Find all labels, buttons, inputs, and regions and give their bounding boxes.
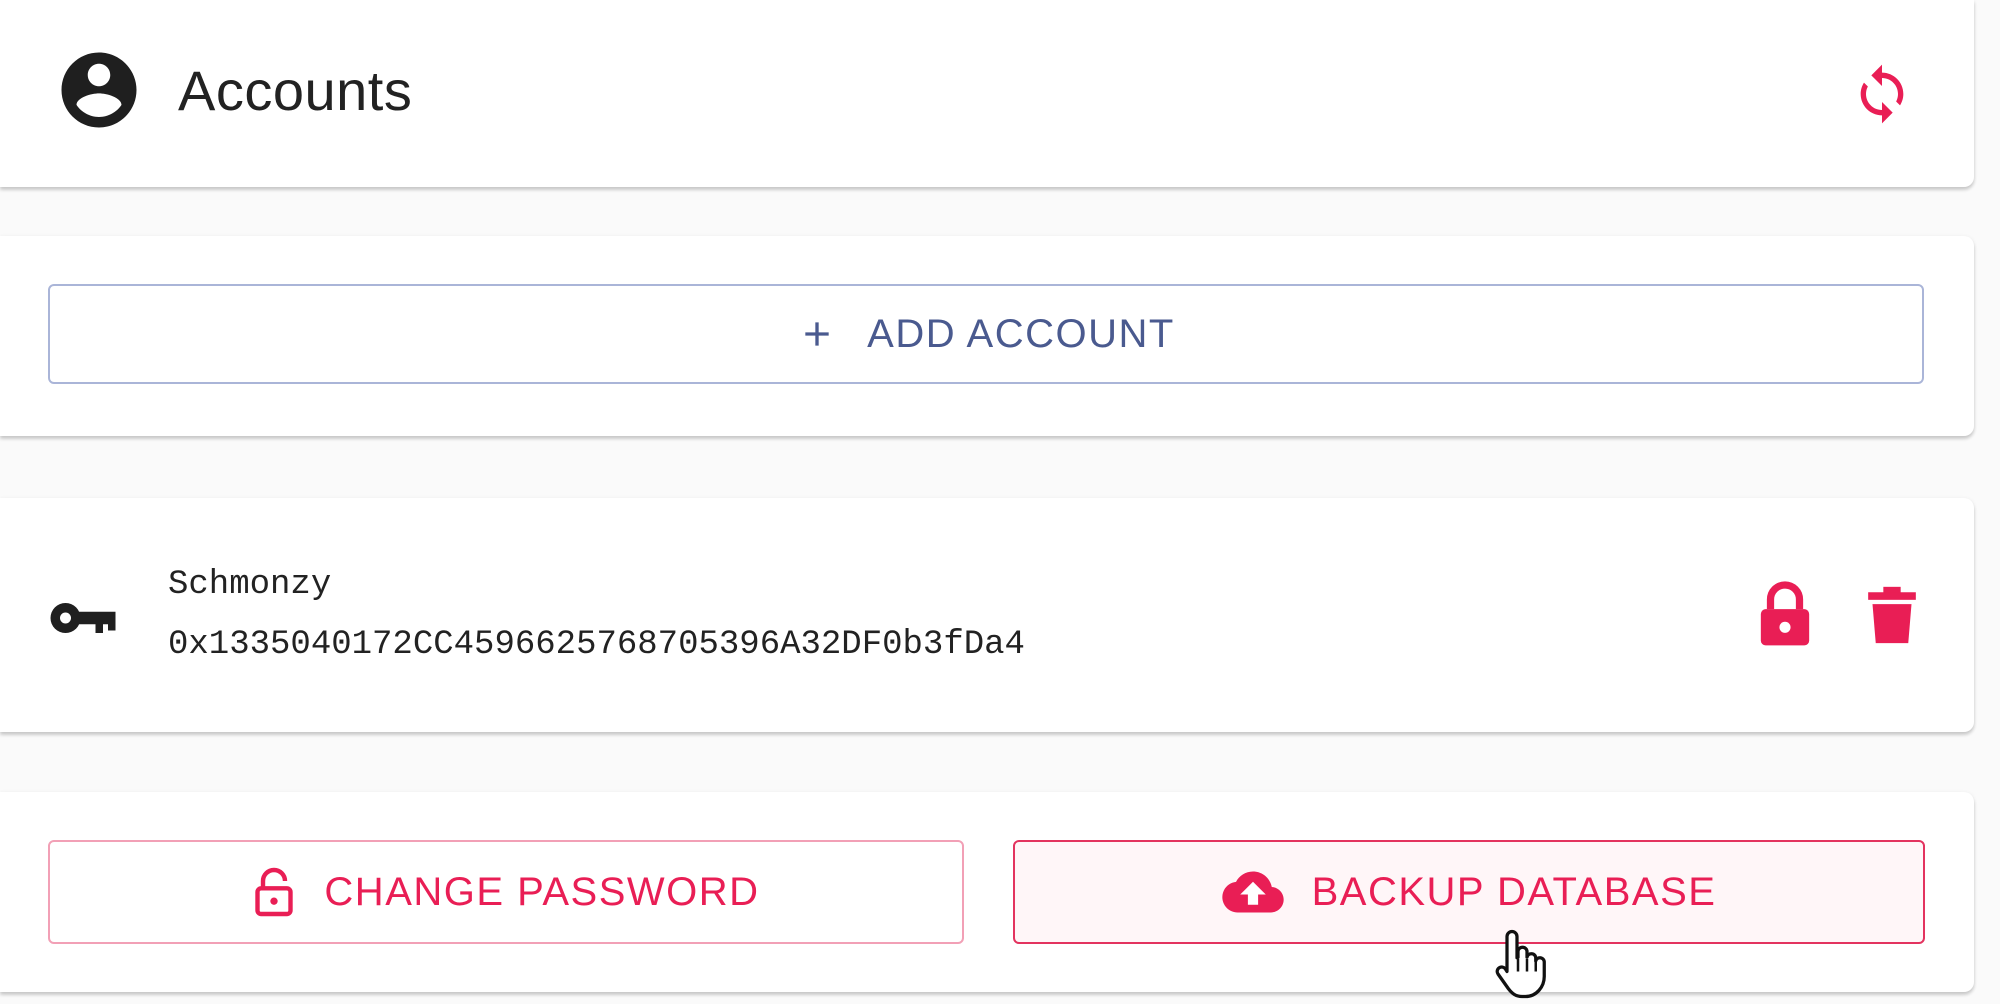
page-title: Accounts xyxy=(178,59,413,122)
add-account-button[interactable]: ADD ACCOUNT xyxy=(48,284,1924,384)
change-password-label: CHANGE PASSWORD xyxy=(324,869,760,914)
key-icon xyxy=(50,603,116,633)
plus-icon xyxy=(805,322,829,346)
account-name: Schmonzy xyxy=(168,566,332,604)
lock-open-icon xyxy=(255,867,294,917)
actions-card: CHANGE PASSWORD BACKUP DATABASE xyxy=(0,792,1974,992)
cloud-upload-icon xyxy=(1221,871,1284,913)
lock-icon[interactable] xyxy=(1756,578,1814,650)
refresh-icon[interactable] xyxy=(1850,62,1914,126)
add-account-card: ADD ACCOUNT xyxy=(0,236,1974,436)
account-list-item xyxy=(0,498,1974,732)
change-password-button[interactable]: CHANGE PASSWORD xyxy=(48,840,964,944)
trash-icon[interactable] xyxy=(1866,584,1918,646)
account-circle-icon xyxy=(61,52,137,128)
add-account-label: ADD ACCOUNT xyxy=(867,311,1175,356)
accounts-header-card: Accounts xyxy=(0,0,1974,187)
backup-database-button[interactable]: BACKUP DATABASE xyxy=(1013,840,1925,944)
account-address: 0x1335040172CC4596625768705396A32DF0b3fD… xyxy=(168,626,1025,664)
backup-database-label: BACKUP DATABASE xyxy=(1311,869,1717,914)
